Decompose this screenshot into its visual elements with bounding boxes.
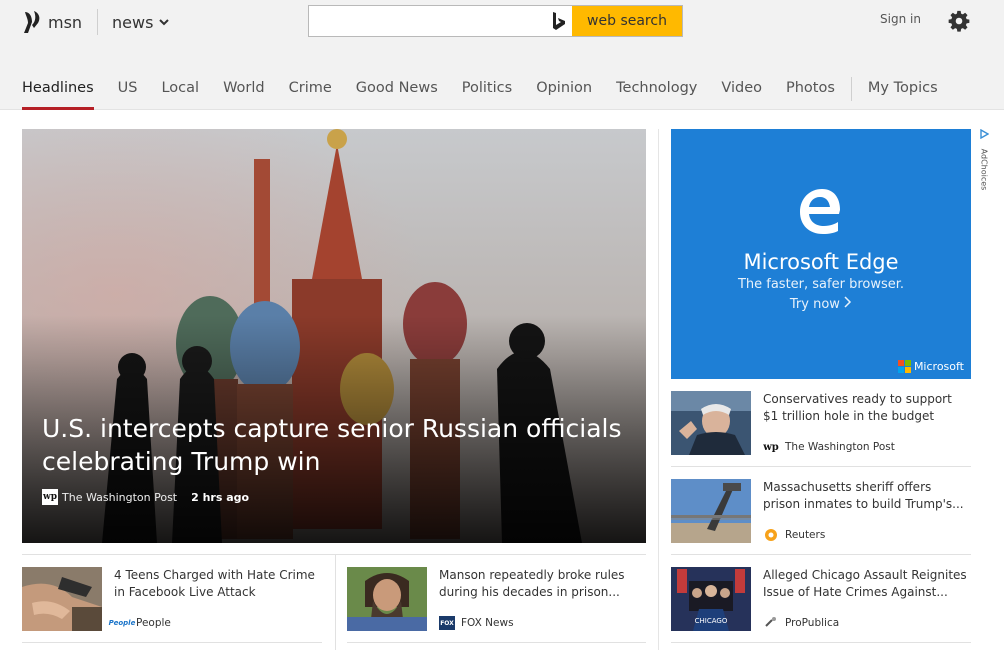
nav-item-video[interactable]: Video: [721, 74, 762, 110]
adchoices-icon: [980, 129, 989, 139]
search-input[interactable]: [309, 6, 545, 36]
nav-item-my-topics[interactable]: My Topics: [868, 74, 938, 110]
story-source-name: Reuters: [785, 529, 826, 541]
story-source-name: ProPublica: [785, 617, 840, 629]
nav-divider: [850, 77, 852, 101]
category-nav: Headlines US Local World Crime Good News…: [22, 74, 962, 110]
column-divider: [658, 129, 659, 650]
svg-text:CHICAGO: CHICAGO: [695, 617, 728, 625]
ad-cta-label: Try now: [789, 297, 840, 312]
divider: [671, 466, 971, 467]
ad-brand-name: Microsoft: [913, 360, 964, 373]
gear-icon[interactable]: [948, 10, 970, 32]
chevron-down-icon: [159, 18, 170, 25]
nav-item-crime[interactable]: Crime: [289, 74, 332, 110]
nav-item-opinion[interactable]: Opinion: [536, 74, 592, 110]
story-title[interactable]: Conservatives ready to support $1 trilli…: [763, 391, 968, 425]
story-title[interactable]: Manson repeatedly broke rules during his…: [439, 567, 644, 601]
story-source: Reuters: [763, 528, 825, 542]
side-story-2[interactable]: Massachusetts sheriff offers prison inma…: [671, 479, 971, 561]
nav-item-good-news[interactable]: Good News: [356, 74, 438, 110]
hero-meta: wp The Washington Post 2 hrs ago: [42, 489, 249, 505]
divider: [671, 554, 971, 555]
story-source: wp The Washington Post: [763, 440, 895, 454]
bottom-story-1[interactable]: 4 Teens Charged with Hate Crime in Faceb…: [22, 567, 322, 649]
nav-item-us[interactable]: US: [118, 74, 138, 110]
adchoices-link[interactable]: AdChoices: [978, 129, 990, 195]
top-bar: msn news web search Sign in Headlines US…: [0, 0, 1004, 110]
washington-post-icon: wp: [42, 489, 58, 505]
section-dropdown[interactable]: news: [112, 11, 170, 33]
story-thumbnail: CHICAGO: [671, 567, 751, 631]
nav-item-local[interactable]: Local: [161, 74, 199, 110]
divider: [671, 642, 971, 643]
story-source-name: FOX News: [461, 617, 514, 629]
nav-item-world[interactable]: World: [223, 74, 265, 110]
hero-title[interactable]: U.S. intercepts capture senior Russian o…: [42, 412, 622, 478]
ad-microsoft-edge[interactable]: Microsoft Edge The faster, safer browser…: [671, 129, 971, 379]
story-source-name: People: [136, 617, 171, 629]
story-thumbnail: [347, 567, 427, 631]
story-source: FOX FOX News: [439, 616, 514, 630]
ad-subtitle: The faster, safer browser.: [737, 277, 905, 292]
chevron-right-icon: [844, 296, 852, 308]
search-box: web search: [308, 5, 683, 37]
story-title[interactable]: Massachusetts sheriff offers prison inma…: [763, 479, 968, 513]
divider: [22, 642, 322, 643]
nav-item-politics[interactable]: Politics: [462, 74, 512, 110]
side-story-3[interactable]: CHICAGO Alleged Chicago Assault Reignite…: [671, 567, 971, 649]
nav-item-technology[interactable]: Technology: [616, 74, 697, 110]
edge-logo-icon: [800, 189, 840, 234]
story-source-name: The Washington Post: [785, 441, 895, 453]
story-thumbnail: [22, 567, 102, 631]
ad-title: Microsoft Edge: [743, 250, 899, 274]
logo-text: msn: [48, 12, 83, 32]
nav-item-headlines[interactable]: Headlines: [22, 74, 94, 110]
sign-in-link[interactable]: Sign in: [880, 12, 921, 26]
header-divider: [97, 9, 98, 35]
bing-icon: [553, 12, 565, 30]
hero-time: 2 hrs ago: [191, 490, 250, 504]
story-thumbnail: [671, 479, 751, 543]
story-title[interactable]: Alleged Chicago Assault Reignites Issue …: [763, 567, 968, 601]
propublica-icon: [763, 616, 779, 630]
web-search-button[interactable]: web search: [572, 6, 682, 36]
side-story-1[interactable]: Conservatives ready to support $1 trilli…: [671, 391, 971, 473]
hero-story[interactable]: U.S. intercepts capture senior Russian o…: [22, 129, 646, 543]
divider: [22, 554, 646, 555]
story-title[interactable]: 4 Teens Charged with Hate Crime in Faceb…: [114, 567, 319, 601]
bottom-story-2[interactable]: Manson repeatedly broke rules during his…: [347, 567, 647, 649]
msn-butterfly-icon: [24, 11, 40, 33]
reuters-icon: [763, 528, 779, 542]
adchoices-label: AdChoices: [979, 148, 989, 191]
people-icon: People: [108, 619, 136, 627]
washington-post-icon: wp: [763, 441, 779, 453]
story-source: People People: [108, 616, 171, 630]
ad-cta[interactable]: Try now: [671, 296, 971, 312]
msn-logo[interactable]: msn: [22, 7, 84, 37]
story-thumbnail: [671, 391, 751, 455]
hero-image: [22, 129, 646, 543]
story-source: ProPublica: [763, 616, 839, 630]
fox-news-icon: FOX: [439, 616, 455, 630]
microsoft-logo-icon: [897, 360, 911, 373]
divider: [347, 642, 646, 643]
nav-item-photos[interactable]: Photos: [786, 74, 835, 110]
section-label: news: [112, 12, 154, 32]
hero-source: The Washington Post: [62, 490, 178, 504]
column-divider: [335, 554, 336, 650]
ad-brand: Microsoft: [897, 360, 964, 373]
